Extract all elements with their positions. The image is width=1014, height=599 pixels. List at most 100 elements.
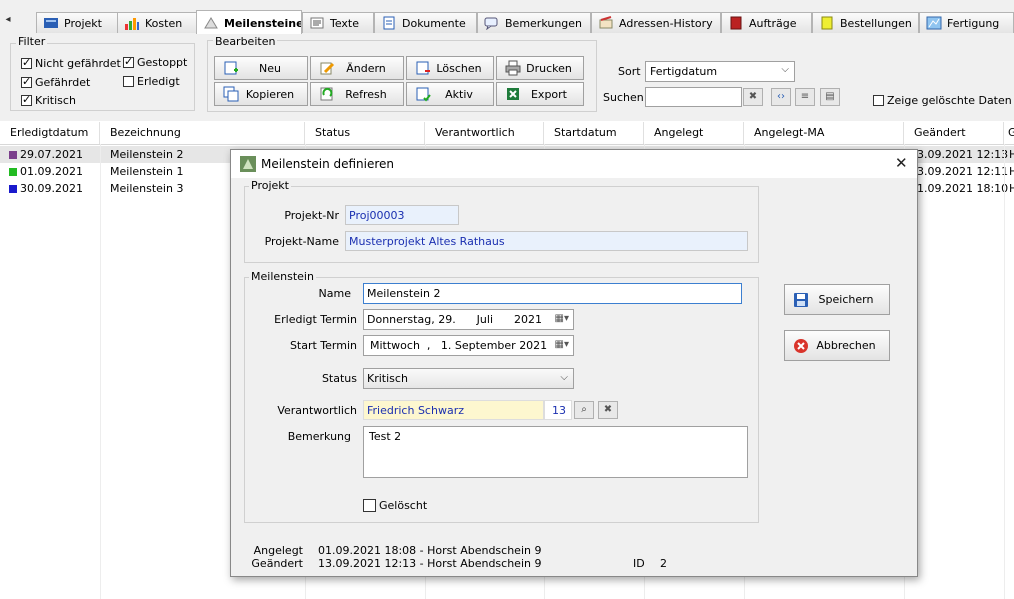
start-date-picker[interactable]: Mittwoch , 1. September 2021 ▦▾ [363,335,574,356]
tab-label: Meilensteine [224,16,302,30]
cell-name: Meilenstein 3 [110,182,184,195]
new-button[interactable]: Neu [214,56,308,80]
checkbox-box[interactable] [21,93,32,106]
tab-kosten[interactable]: Kosten [117,12,197,33]
copy-button[interactable]: Kopieren [214,82,308,106]
column-bezeichnung[interactable]: Bezeichnung [100,122,305,144]
tab-adressen-history[interactable]: Adressen-History [591,12,721,33]
column-angelegt-ma[interactable]: Angelegt-MA [744,122,904,144]
erledigt-date-picker[interactable]: Donnerstag, 29. Juli 2021 ▦▾ [363,309,574,330]
verantwortlich-field[interactable]: Friedrich Schwarz [363,400,544,420]
tab-projekt[interactable]: Projekt [36,12,118,33]
bemerkung-label: Bemerkung [287,430,351,443]
projekt-name-field[interactable]: Musterprojekt Altes Rathaus [345,231,748,251]
binoculars-search-button[interactable]: ⌕ [574,401,594,419]
tab-bestellungen[interactable]: Bestellungen [812,12,919,33]
tab-label: Kosten [145,16,183,30]
text-icon [310,17,324,29]
save-button[interactable]: Speichern [784,284,890,315]
cell-extra: H [1009,165,1014,178]
status-select[interactable]: Kritisch ⌵ [363,368,574,389]
cell-changed: 3.09.2021 12:13 [917,148,1009,161]
name-input[interactable]: Meilenstein 2 [363,283,742,304]
column-g[interactable]: G [1004,122,1014,144]
tab-label: Projekt [64,16,102,30]
list-icon[interactable]: ≡ [795,88,815,106]
projekt-name-label: Projekt-Name [264,235,339,248]
id-label: ID [633,557,645,570]
name-label: Name [318,287,351,300]
checkbox-gefaehrdet[interactable]: Gefährdet [21,75,90,89]
checkbox-box[interactable] [123,76,134,87]
calendar-dropdown-icon[interactable]: ▦▾ [555,339,569,350]
tab-texte[interactable]: Texte [302,12,374,33]
checkbox-show-deleted[interactable]: Zeige gelöschte Daten [873,94,1012,107]
column-verantwortlich[interactable]: Verantwortlich [425,122,544,144]
bemerkung-textarea[interactable]: Test 2 [363,426,748,478]
verantwortlich-label: Verantwortlich [277,404,357,417]
print-button[interactable]: Drucken [496,56,584,80]
tab-dokumente[interactable]: Dokumente [374,12,477,33]
checkbox-label: Zeige gelöschte Daten [887,94,1012,107]
cell-date: 30.09.2021 [9,180,83,197]
new-button-label: Neu [259,61,281,75]
tab-scroll-left-icon[interactable]: ◂ [2,10,14,30]
tab-bemerkungen[interactable]: Bemerkungen [477,12,591,33]
checkbox-box[interactable] [21,75,32,88]
delete-button[interactable]: Löschen [406,56,494,80]
cancel-button[interactable]: Abbrechen [784,330,890,361]
checkbox-box[interactable] [123,55,134,68]
search-label: Suchen [603,91,644,104]
calendar-dropdown-icon[interactable]: ▦▾ [555,313,569,324]
erledigt-termin-label: Erledigt Termin [274,313,357,326]
verantwortlich-id-field[interactable]: 13 [544,400,572,420]
checkbox-geloescht[interactable]: Gelöscht [363,499,427,512]
cell-changed: 3.09.2021 12:11 [917,165,1009,178]
milestone-icon [204,17,218,29]
comment-icon [484,17,498,30]
column-status[interactable]: Status [305,122,425,144]
projekt-nr-field[interactable]: Proj00003 [345,205,459,225]
filter-group-title: Filter [16,35,48,48]
active-button[interactable]: Aktiv [406,82,494,106]
tab-fertigung[interactable]: Fertigung [919,12,1014,33]
bemerkung-value: Test 2 [369,430,402,443]
column-angelegt[interactable]: Angelegt [644,122,744,144]
sort-select-value: Fertigdatum [650,65,718,78]
checkbox-label: Gestoppt [137,56,188,69]
sort-select[interactable]: Fertigdatum ⌵ [645,61,795,82]
production-icon [926,16,942,30]
verantwortlich-id-value: 13 [552,403,566,417]
checkbox-kritisch[interactable]: Kritisch [21,93,76,107]
clear-verantwortlich-button[interactable]: ✖ [598,401,618,419]
tab-meilensteine[interactable]: Meilensteine [196,10,302,35]
refresh-button[interactable]: Refresh [310,82,404,106]
checkbox-gestoppt[interactable]: Gestoppt [123,55,188,69]
start-termin-label: Start Termin [289,339,357,352]
checkbox-box[interactable] [21,56,32,69]
id-value: 2 [660,557,667,570]
column-erledigtdatum[interactable]: Erledigtdatum [0,122,100,144]
clear-search-button[interactable]: ✖ [743,88,763,106]
checkbox-nicht-gefaehrdet[interactable]: Nicht gefährdet [21,56,121,70]
status-color-marker [9,168,17,176]
cell-extra: H [1009,182,1014,195]
code-icon[interactable]: ‹› [771,88,791,106]
projekt-group-title: Projekt [249,179,291,192]
search-input[interactable] [645,87,742,107]
tab-auftraege[interactable]: Aufträge [721,12,812,33]
cell-changed: 1.09.2021 18:10 [917,182,1009,195]
checkbox-box[interactable] [363,499,376,512]
checkbox-erledigt[interactable]: Erledigt [123,75,180,88]
page-icon[interactable]: ▤ [820,88,840,106]
close-icon[interactable]: ✕ [895,154,908,172]
column-startdatum[interactable]: Startdatum [544,122,644,144]
document-icon [383,16,395,30]
checkbox-label: Nicht gefährdet [35,57,121,70]
checkbox-box[interactable] [873,95,884,106]
export-button[interactable]: Export [496,82,584,106]
column-geaendert[interactable]: Geändert [904,122,1004,144]
refresh-icon [320,87,333,101]
edit-icon [320,62,335,75]
edit-button[interactable]: Ändern [310,56,404,80]
